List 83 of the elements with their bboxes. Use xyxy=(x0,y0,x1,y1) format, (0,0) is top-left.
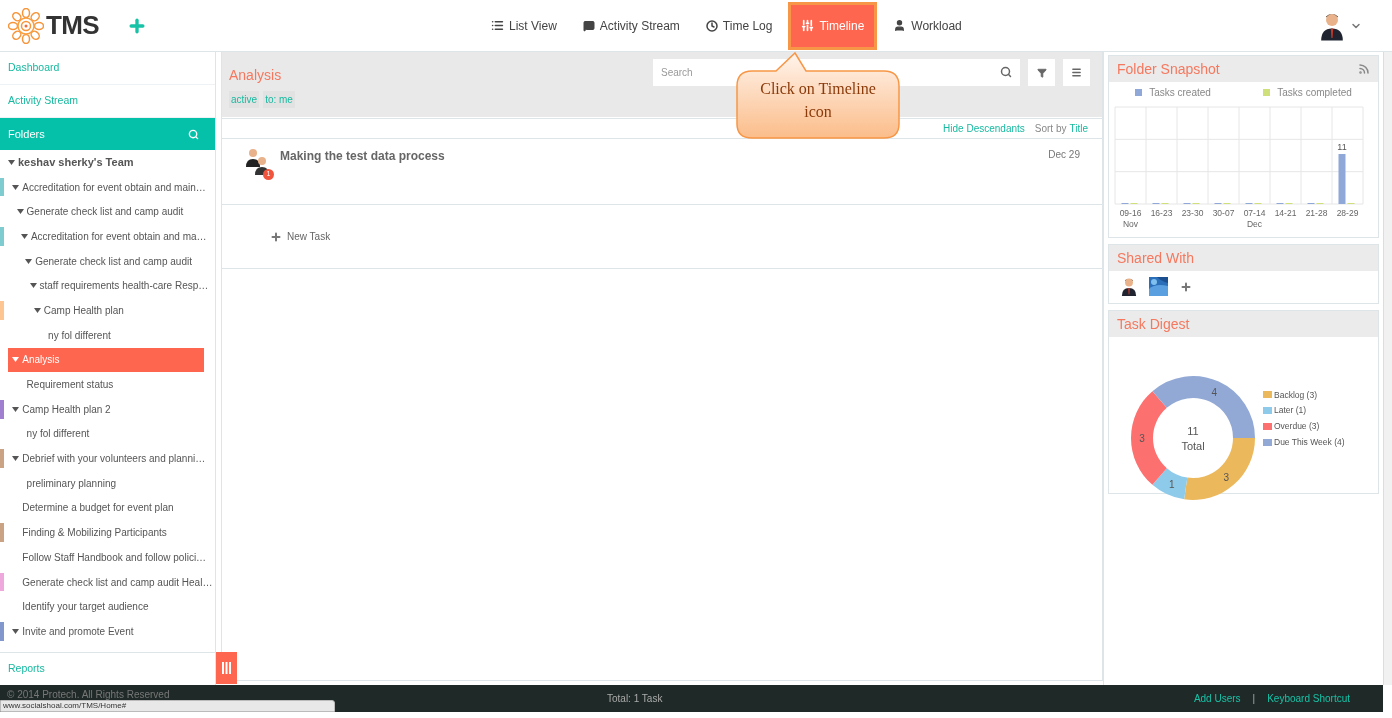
add-member-icon[interactable] xyxy=(1180,280,1192,293)
legend-label: Tasks created xyxy=(1149,86,1211,100)
rss-icon[interactable] xyxy=(1358,63,1370,75)
bar-value-label: 11 xyxy=(1337,142,1347,152)
slice-value-label: 3 xyxy=(1223,471,1230,483)
task-title: Making the test data process xyxy=(280,148,445,165)
folder-item[interactable]: Follow Staff Handbook and follow polici… xyxy=(0,545,207,570)
folder-item[interactable]: Generate check list and camp audit xyxy=(0,249,192,274)
clock-icon xyxy=(705,19,718,32)
folder-item[interactable]: Generate check list and camp audit xyxy=(0,199,184,224)
add-icon xyxy=(270,230,282,243)
logo-text: TMS xyxy=(46,9,99,42)
folder-item[interactable]: keshav sherky's Team xyxy=(0,150,134,175)
folder-item[interactable]: Debrief with your volunteers and planni… xyxy=(0,446,206,471)
axis-label: 23-30 xyxy=(1181,208,1204,218)
folder-item[interactable]: Determine a budget for event plan xyxy=(0,495,174,520)
legend-label: Backlog (3) xyxy=(1274,388,1317,402)
folder-item[interactable]: Invite and promote Event xyxy=(0,619,134,644)
footer-link[interactable]: Add Users xyxy=(1193,691,1241,706)
legend-swatch xyxy=(1263,391,1272,399)
bars-icon xyxy=(222,662,231,674)
folder-title: Analysis xyxy=(229,65,282,85)
axis-label: 21-28 xyxy=(1305,208,1328,218)
list-icon xyxy=(491,19,504,32)
filter-icon xyxy=(1036,67,1047,78)
view-tab[interactable]: Time Log xyxy=(695,1,783,50)
folder-item[interactable]: Accreditation for event obtain and ma… xyxy=(0,224,207,249)
status-bar: www.socialshoal.com/TMS/Home# xyxy=(0,700,335,712)
filter-button[interactable] xyxy=(1028,59,1055,86)
folder-item[interactable]: ny fol different xyxy=(0,421,90,446)
legend-swatch xyxy=(1263,422,1272,430)
view-tab[interactable]: Workload xyxy=(883,1,972,50)
collapse-button[interactable] xyxy=(216,652,237,684)
menu-button[interactable] xyxy=(1063,59,1090,86)
menu-icon xyxy=(1071,67,1082,78)
task-total: Total: 1 Task xyxy=(607,692,663,706)
folders-title: Folders xyxy=(8,126,45,142)
axis-label: 09-16 Nov xyxy=(1119,208,1142,229)
panel-title: Task Digest xyxy=(1117,314,1190,334)
slice-value-label: 1 xyxy=(1169,479,1175,491)
sort-label: Sort by xyxy=(1034,122,1067,136)
copyright-text: © 2014 Protech. All Rights Reserved xyxy=(7,688,171,702)
callout-text: Click on Timeline icon xyxy=(759,79,877,122)
folder-item[interactable]: Camp Health plan xyxy=(0,298,124,323)
new-task-button[interactable]: New Task xyxy=(270,229,331,244)
total-count: 11 xyxy=(1187,425,1199,437)
panel-title: Shared With xyxy=(1117,248,1195,268)
axis-label: 28-29 xyxy=(1336,208,1359,218)
total-label: Total xyxy=(1181,440,1205,452)
sliders-icon xyxy=(801,19,815,32)
legend-label: Due This Week (4) xyxy=(1274,435,1345,449)
task-date: Dec 29 xyxy=(1048,148,1080,162)
folder-item[interactable]: staff requirements health-care Resp… xyxy=(0,273,209,298)
folder-item[interactable]: Requirement status xyxy=(0,372,114,397)
folder-item[interactable]: Finding & Mobilizing Participants xyxy=(0,520,167,545)
comment-icon xyxy=(582,19,595,32)
member-avatar xyxy=(1121,277,1137,296)
legend-label: Later (1) xyxy=(1274,404,1307,417)
folder-item[interactable]: preliminary planning xyxy=(0,471,117,496)
slice-value-label: 4 xyxy=(1211,386,1217,398)
footer-link[interactable]: Keyboard Shortcut xyxy=(1267,691,1350,706)
legend-label: Tasks completed xyxy=(1277,86,1352,100)
view-tab[interactable]: List View xyxy=(481,1,567,50)
folder-item[interactable]: Camp Health plan 2 xyxy=(0,397,111,422)
scrollbar[interactable] xyxy=(1383,52,1392,685)
legend-swatch xyxy=(1263,438,1272,446)
folder-item[interactable]: Accreditation for event obtain and main… xyxy=(0,175,206,200)
folder-item[interactable]: ny fol different xyxy=(0,323,111,348)
axis-label: 30-07 xyxy=(1212,208,1235,218)
folder-item[interactable]: Generate check list and camp audit Heal… xyxy=(0,570,213,595)
legend-swatch xyxy=(1263,407,1272,415)
folder-item[interactable]: Identify your target audience xyxy=(0,594,149,619)
axis-label: 14-21 xyxy=(1274,208,1297,218)
panel-title: Folder Snapshot xyxy=(1117,59,1220,79)
legend-label: Overdue (3) xyxy=(1274,420,1320,433)
slice-value-label: 3 xyxy=(1139,433,1145,444)
user-icon xyxy=(893,19,907,32)
axis-label: 16-23 xyxy=(1150,208,1173,218)
separator: | xyxy=(1252,692,1256,706)
view-tab[interactable]: Activity Stream xyxy=(572,1,690,50)
axis-label: 07-14 Dec xyxy=(1243,208,1266,229)
logo-icon xyxy=(8,7,44,44)
search-icon[interactable] xyxy=(1000,66,1012,78)
